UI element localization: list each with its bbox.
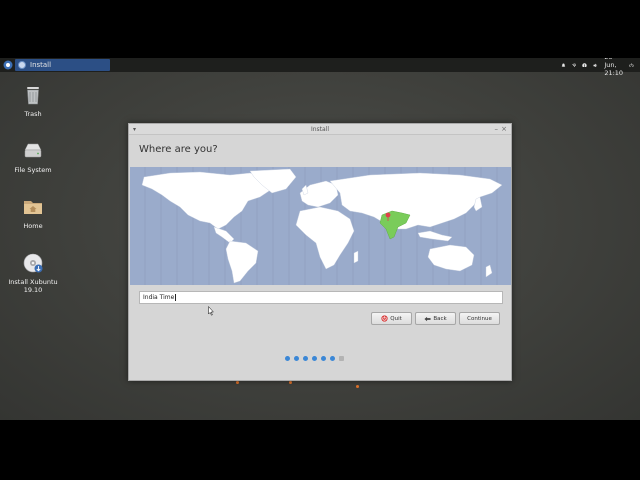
page-title: Where are you? — [139, 144, 218, 155]
bell-icon[interactable] — [561, 63, 566, 68]
installer-cd-icon — [23, 253, 43, 273]
volume-icon[interactable] — [593, 63, 598, 68]
progress-step-complete — [294, 356, 299, 361]
desktop-icon-label: File System — [14, 166, 52, 174]
folder-icon — [24, 201, 42, 214]
progress-step-complete — [312, 356, 317, 361]
timezone-input-value: India Time — [143, 294, 175, 301]
timezone-map[interactable] — [130, 167, 511, 285]
desktop-icon-home[interactable]: Home — [3, 196, 63, 230]
desktop-icon-label-version: 19.10 — [23, 286, 43, 294]
back-button[interactable]: Back — [415, 312, 456, 325]
xubuntu-menu-icon[interactable] — [3, 60, 13, 70]
continue-button-label: Continue — [467, 315, 492, 322]
power-icon[interactable] — [629, 62, 634, 68]
wallpaper-dot — [356, 385, 359, 388]
info-icon[interactable] — [582, 62, 588, 68]
window-titlebar[interactable]: ▾ Install – × — [129, 124, 511, 135]
system-tray: 25 Jun, 21:10 — [561, 58, 634, 77]
desktop-icon-file-system[interactable]: File System — [3, 140, 63, 174]
installer-task-icon — [18, 61, 26, 69]
close-icon[interactable]: × — [501, 124, 507, 135]
back-button-label: Back — [433, 315, 447, 322]
desktop-icon-label: Install Xubuntu — [8, 278, 58, 286]
progress-step-complete — [303, 356, 308, 361]
installer-window: ▾ Install – × Where are you? India Time … — [128, 123, 512, 381]
wallpaper-dot — [289, 381, 292, 384]
quit-button-label: Quit — [390, 315, 402, 322]
timezone-input[interactable]: India Time — [139, 291, 503, 304]
panel-clock[interactable]: 25 Jun, 21:10 — [604, 58, 623, 77]
window-menu-icon[interactable]: ▾ — [133, 124, 136, 135]
continue-button[interactable]: Continue — [459, 312, 500, 325]
desktop-icon-install-xubuntu[interactable]: Install Xubuntu 19.10 — [3, 252, 63, 294]
drive-icon — [24, 143, 42, 158]
window-title: Install — [310, 126, 330, 133]
wifi-icon[interactable] — [571, 63, 577, 68]
progress-step-pending — [339, 356, 344, 361]
quit-button[interactable]: Quit — [371, 312, 412, 325]
mouse-pointer-icon — [208, 306, 214, 316]
desktop-icon-trash[interactable]: Trash — [3, 84, 63, 118]
progress-steps — [285, 356, 344, 361]
text-caret — [175, 294, 176, 301]
taskbar-item-install[interactable]: Install — [15, 59, 110, 71]
desktop-icon-label: Home — [23, 222, 43, 230]
arrow-left-icon — [424, 316, 431, 321]
desktop-icon-label: Trash — [24, 110, 42, 118]
minimize-icon[interactable]: – — [495, 124, 499, 135]
top-panel: Install 25 Jun, 21:10 — [0, 58, 640, 77]
taskbar-item-label: Install — [30, 61, 52, 69]
trash-icon — [27, 87, 39, 105]
desktop-screen: Install 25 Jun, 21:10 Trash File System — [0, 58, 640, 420]
progress-step-complete — [330, 356, 335, 361]
progress-step-complete — [321, 356, 326, 361]
quit-icon — [381, 315, 388, 322]
world-map-graphic — [141, 167, 503, 285]
wallpaper-dot — [236, 381, 239, 384]
progress-step-complete — [285, 356, 290, 361]
